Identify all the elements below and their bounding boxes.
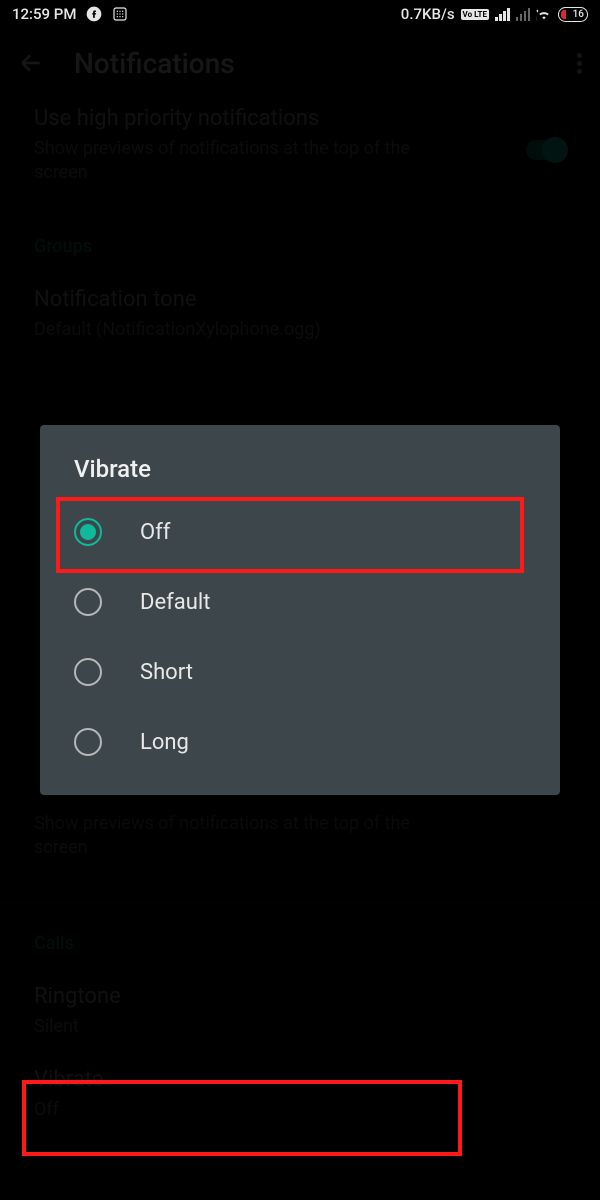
radio-icon <box>74 588 102 616</box>
vibrate-option-default[interactable]: Default <box>40 567 560 637</box>
radio-icon <box>74 728 102 756</box>
facebook-icon <box>86 6 102 22</box>
status-time: 12:59 PM <box>12 5 76 23</box>
radio-icon <box>74 518 102 546</box>
signal-icon-2 <box>516 7 531 21</box>
radio-icon <box>74 658 102 686</box>
vibrate-option-short[interactable]: Short <box>40 637 560 707</box>
volte-icon: Vo LTE <box>461 9 489 20</box>
dialog-title: Vibrate <box>40 455 560 497</box>
radio-label: Long <box>140 730 189 755</box>
vibrate-option-long[interactable]: Long <box>40 707 560 777</box>
wifi-icon <box>536 6 552 22</box>
radio-label: Short <box>140 660 193 685</box>
grid-icon <box>112 6 128 22</box>
battery-icon: 16 <box>558 7 588 22</box>
radio-label: Default <box>140 590 210 615</box>
vibrate-option-off[interactable]: Off <box>40 497 560 567</box>
radio-label: Off <box>140 520 170 545</box>
status-netspeed: 0.7KB/s <box>401 5 455 23</box>
signal-icon <box>495 7 510 21</box>
vibrate-dialog: Vibrate Off Default Short Long <box>40 425 560 795</box>
status-bar: 12:59 PM 0.7KB/s Vo LTE 16 <box>0 0 600 28</box>
